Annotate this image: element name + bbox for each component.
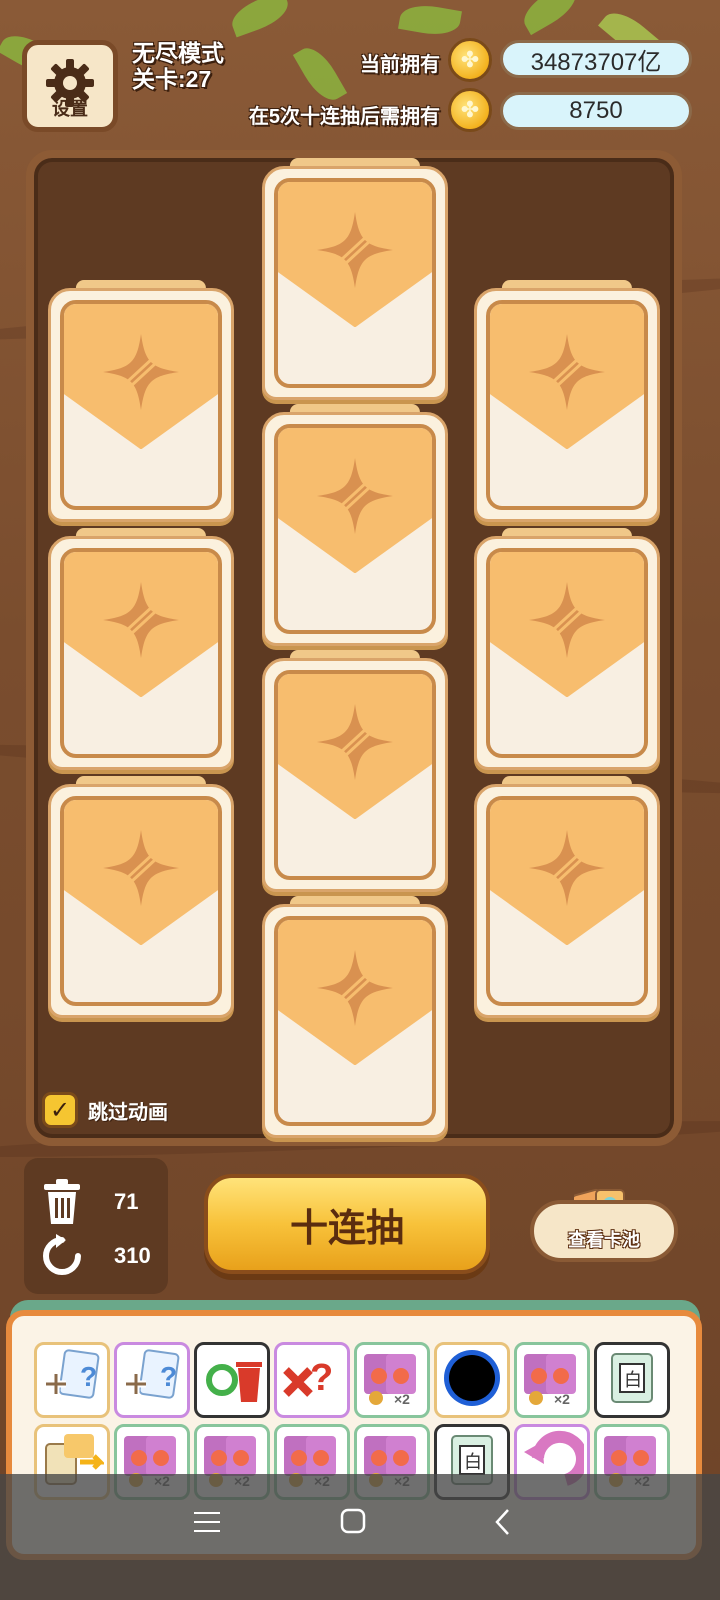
system-nav-bar (0, 1474, 720, 1600)
item-slot[interactable]: ? (274, 1342, 350, 1418)
leaf-decoration (227, 0, 293, 38)
skip-animation-label: 跳过动画 (88, 1101, 168, 1124)
sparkle-star-icon (317, 458, 393, 535)
face-down-card[interactable] (262, 650, 448, 892)
gear-icon (46, 59, 94, 107)
refresh-icon (43, 1234, 81, 1275)
level-number: 关卡:27 (132, 66, 212, 92)
sparkle-star-icon (103, 830, 179, 907)
refresh-count: 310 (114, 1243, 151, 1268)
mode-info: 无尽模式 关卡:27 (132, 40, 224, 92)
refresh-stat: 310 (40, 1234, 151, 1278)
svg-text:白: 白 (464, 1452, 482, 1473)
item-slot[interactable]: ? (114, 1342, 190, 1418)
checkmark-icon[interactable]: ✓ (42, 1092, 78, 1128)
item-slot[interactable]: ? (34, 1342, 110, 1418)
mode-name: 无尽模式 (132, 40, 224, 66)
remove-question-icon: ? (280, 1346, 344, 1415)
item-slot[interactable] (434, 1342, 510, 1418)
face-down-card[interactable] (262, 158, 448, 400)
required-label: 在5次十连抽后需拥有 (248, 106, 440, 128)
card-pack-x2-icon: ×2 (520, 1346, 584, 1415)
svg-text:×2: ×2 (554, 1391, 570, 1407)
trash-stat: 71 (40, 1178, 138, 1226)
skip-animation-toggle[interactable]: ✓ 跳过动画 (42, 1092, 168, 1128)
face-down-card[interactable] (262, 404, 448, 646)
face-down-card[interactable] (48, 280, 234, 522)
sparkle-star-icon (317, 704, 393, 781)
menu-icon[interactable] (194, 1510, 220, 1534)
sparkle-star-icon (103, 334, 179, 411)
draw-ten-button[interactable]: 十连抽 (204, 1174, 490, 1274)
leaf-decoration (398, 1, 462, 39)
home-icon[interactable] (340, 1508, 366, 1534)
svg-text:?: ? (310, 1357, 333, 1399)
add-card-free-icon: ? (120, 1346, 184, 1415)
face-down-card[interactable] (474, 528, 660, 770)
svg-text:?: ? (80, 1361, 97, 1392)
item-slot[interactable]: ×2 (514, 1342, 590, 1418)
sparkle-star-icon (103, 582, 179, 659)
item-slot[interactable]: 白 (594, 1342, 670, 1418)
trash-icon (44, 1179, 80, 1224)
view-pool-button[interactable]: 查看卡池 (530, 1200, 678, 1262)
card-pack-x2-icon: ×2 (360, 1346, 424, 1415)
svg-text:×2: ×2 (394, 1391, 410, 1407)
face-down-card[interactable] (262, 896, 448, 1138)
clover-coin-icon: ✤ (448, 88, 492, 132)
required-value: 8750 (500, 92, 692, 130)
owned-label: 当前拥有 (360, 54, 440, 76)
sparkle-star-icon (317, 212, 393, 289)
white-frame-card-icon: 白 (600, 1346, 664, 1415)
face-down-card[interactable] (474, 280, 660, 522)
settings-button[interactable]: 设置 (22, 40, 118, 132)
svg-text:?: ? (160, 1361, 177, 1392)
stats-panel: 71 310 (24, 1158, 168, 1294)
item-slot[interactable] (194, 1342, 270, 1418)
black-hole-icon (440, 1346, 504, 1415)
view-pool-label: 查看卡池 (568, 1230, 640, 1250)
clover-coin-icon: ✤ (448, 38, 492, 82)
svg-text:白: 白 (624, 1370, 642, 1391)
leaf-decoration (517, 0, 583, 36)
item-slot[interactable]: ×2 (354, 1342, 430, 1418)
trash-count: 71 (114, 1189, 139, 1214)
face-down-card[interactable] (474, 776, 660, 1018)
recycle-trash-icon (200, 1346, 264, 1415)
face-down-card[interactable] (48, 776, 234, 1018)
face-down-card[interactable] (48, 528, 234, 770)
sparkle-star-icon (529, 830, 605, 907)
sparkle-star-icon (317, 950, 393, 1027)
back-icon[interactable] (494, 1508, 512, 1536)
owned-value: 34873707亿 (500, 40, 692, 78)
sparkle-star-icon (529, 334, 605, 411)
sparkle-star-icon (529, 582, 605, 659)
add-card-icon: ? (40, 1346, 104, 1415)
